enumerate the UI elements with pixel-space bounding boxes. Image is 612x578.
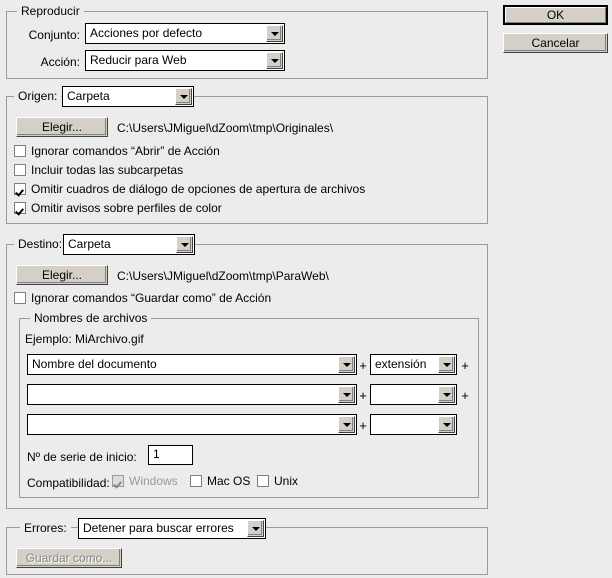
source-option-include-subfolders[interactable]: Incluir todas las subcarpetas: [14, 163, 183, 177]
compatibility-label: Compatibilidad:: [27, 476, 110, 490]
chevron-down-icon[interactable]: [438, 416, 455, 433]
source-value: Carpeta: [67, 90, 110, 103]
source-option-suppress-color-warnings-label: Omitir avisos sobre perfiles de color: [31, 201, 222, 215]
errors-dropdown[interactable]: Detener para buscar errores: [78, 518, 266, 539]
chevron-down-icon[interactable]: [438, 356, 455, 373]
errors-legend: Errores:: [20, 521, 71, 535]
compatibility-windows-label: Windows: [129, 474, 178, 488]
chevron-down-icon[interactable]: [338, 416, 355, 433]
destination-choose-button[interactable]: Elegir...: [16, 265, 108, 285]
file-naming-row-3-right-dropdown[interactable]: [370, 414, 457, 435]
file-naming-example: Ejemplo: MiArchivo.gif: [25, 332, 144, 346]
chevron-down-icon[interactable]: [438, 386, 455, 403]
file-naming-row-2-plus-left: +: [359, 388, 367, 403]
source-legend: Origen:: [14, 89, 62, 103]
action-dropdown[interactable]: Reducir para Web: [85, 50, 285, 71]
checkbox-icon[interactable]: [14, 292, 26, 304]
destination-dropdown[interactable]: Carpeta: [63, 234, 195, 255]
source-option-include-subfolders-label: Incluir todas las subcarpetas: [31, 163, 184, 177]
compatibility-macos[interactable]: Mac OS: [190, 474, 250, 488]
action-value: Reducir para Web: [90, 54, 187, 67]
compatibility-windows: Windows: [112, 474, 178, 488]
file-naming-row-3-left-dropdown[interactable]: [27, 414, 357, 435]
file-naming-row-2-left-dropdown[interactable]: [27, 384, 357, 405]
chevron-down-icon[interactable]: [266, 25, 283, 42]
file-naming-row-1-right-value: extensión: [375, 358, 427, 371]
cancel-button-label: Cancelar: [531, 36, 580, 50]
file-naming-row-2-right-dropdown[interactable]: [370, 384, 457, 405]
source-option-ignore-open[interactable]: Ignorar comandos “Abrir” de Acción: [14, 144, 220, 158]
source-choose-button-label: Elegir...: [41, 120, 83, 134]
file-naming-row-2-plus-right: +: [461, 388, 469, 403]
chevron-down-icon[interactable]: [176, 236, 193, 253]
file-naming-row-1-plus-right: +: [461, 358, 469, 373]
set-label: Conjunto:: [28, 28, 80, 42]
compatibility-macos-label: Mac OS: [207, 474, 251, 488]
file-naming-row-1-left-dropdown[interactable]: Nombre del documento: [27, 354, 357, 375]
chevron-down-icon[interactable]: [175, 88, 192, 105]
file-naming-row-3-plus-left: +: [359, 418, 367, 433]
serial-number-input[interactable]: 1: [148, 445, 193, 465]
checkbox-icon: [112, 475, 124, 487]
file-naming-row-1-right-dropdown[interactable]: extensión: [370, 354, 457, 375]
destination-option-ignore-save-as[interactable]: Ignorar comandos “Guardar como” de Acció…: [14, 291, 271, 305]
ok-button[interactable]: OK: [503, 5, 608, 25]
chevron-down-icon[interactable]: [338, 356, 355, 373]
action-set-value: Acciones por defecto: [90, 27, 203, 40]
source-option-suppress-color-warnings[interactable]: Omitir avisos sobre perfiles de color: [14, 201, 222, 215]
file-naming-row-1-plus-left: +: [359, 358, 367, 373]
compatibility-unix[interactable]: Unix: [257, 474, 298, 488]
checkbox-icon[interactable]: [14, 183, 26, 195]
play-group-legend: Reproducir: [17, 4, 84, 18]
checkbox-icon[interactable]: [257, 475, 269, 487]
action-set-dropdown[interactable]: Acciones por defecto: [85, 23, 285, 44]
destination-value: Carpeta: [68, 238, 111, 251]
chevron-down-icon[interactable]: [338, 386, 355, 403]
checkbox-icon[interactable]: [14, 202, 26, 214]
destination-path: C:\Users\JMiguel\dZoom\tmp\ParaWeb\: [117, 269, 329, 283]
errors-value: Detener para buscar errores: [83, 522, 234, 535]
ok-button-label: OK: [546, 8, 565, 22]
action-label: Acción:: [40, 55, 80, 69]
file-naming-row-1-left-value: Nombre del documento: [32, 358, 157, 371]
destination-choose-button-label: Elegir...: [41, 268, 83, 282]
file-naming-legend: Nombres de archivos: [30, 311, 152, 325]
errors-save-as-button: Guardar como...: [16, 548, 122, 568]
chevron-down-icon[interactable]: [266, 52, 283, 69]
errors-save-as-button-label: Guardar como...: [25, 551, 113, 565]
source-path: C:\Users\JMiguel\dZoom\tmp\Originales\: [117, 121, 334, 135]
serial-number-label: Nº de serie de inicio:: [27, 450, 137, 464]
destination-option-ignore-save-as-label: Ignorar comandos “Guardar como” de Acció…: [31, 291, 272, 305]
cancel-button[interactable]: Cancelar: [503, 33, 608, 53]
source-option-suppress-open-dialogs[interactable]: Omitir cuadros de diálogo de opciones de…: [14, 182, 365, 196]
source-choose-button[interactable]: Elegir...: [16, 117, 108, 137]
source-dropdown[interactable]: Carpeta: [62, 86, 194, 107]
chevron-down-icon[interactable]: [247, 520, 264, 537]
checkbox-icon[interactable]: [14, 145, 26, 157]
checkbox-icon[interactable]: [190, 475, 202, 487]
checkbox-icon[interactable]: [14, 164, 26, 176]
source-option-suppress-open-dialogs-label: Omitir cuadros de diálogo de opciones de…: [31, 182, 366, 196]
compatibility-unix-label: Unix: [274, 474, 299, 488]
source-option-ignore-open-label: Ignorar comandos “Abrir” de Acción: [31, 144, 220, 158]
destination-legend: Destino:: [14, 237, 67, 251]
